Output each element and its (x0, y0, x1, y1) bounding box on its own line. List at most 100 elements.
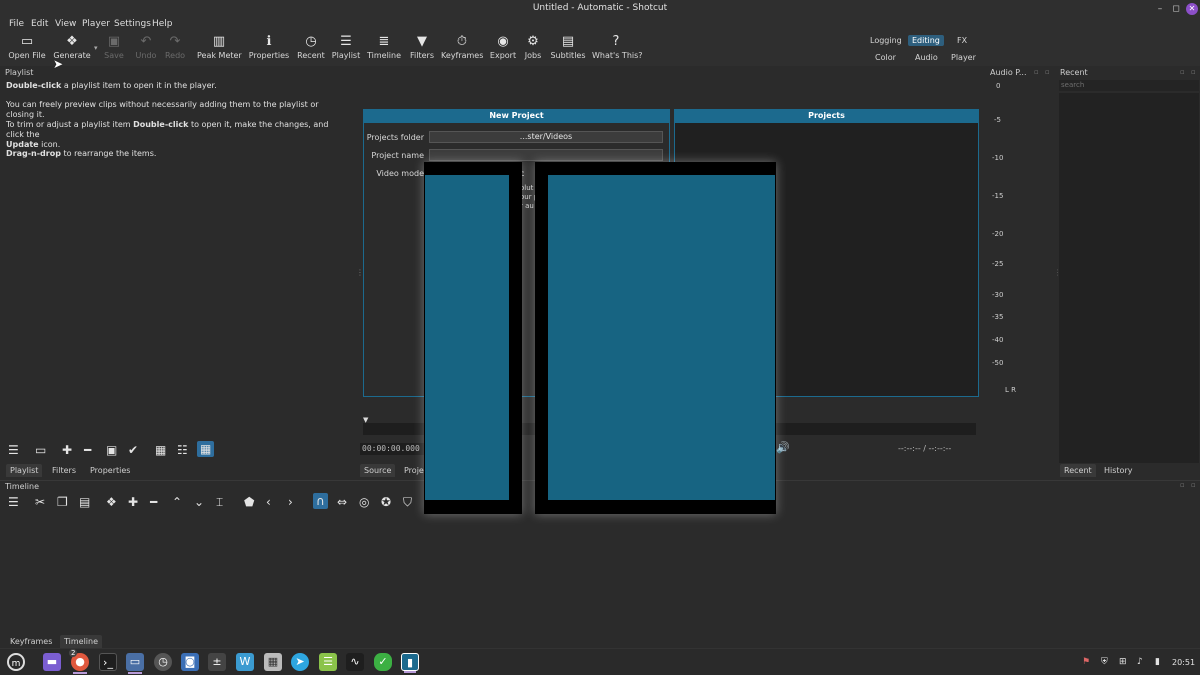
menu-settings[interactable]: Settings (114, 19, 151, 29)
audio-float-icon[interactable]: ▫ (1034, 68, 1039, 76)
layout-editing[interactable]: Editing (908, 35, 944, 46)
timeline-close-icon[interactable]: ▫ (1191, 481, 1196, 489)
tab-playlist[interactable]: Playlist (6, 464, 43, 477)
ripple-all-icon[interactable]: ✪ (381, 495, 391, 509)
grid-app-icon[interactable]: ▦ (264, 653, 282, 671)
whats-this-button[interactable]: ? What's This? (592, 34, 643, 60)
layout-audio[interactable]: Audio (911, 52, 942, 63)
camera-icon[interactable]: ◙ (181, 653, 199, 671)
recent-float-icon[interactable]: ▫ (1180, 68, 1185, 76)
list-app-icon[interactable]: ☰ (319, 653, 337, 671)
volume-icon[interactable]: 🔊 (776, 441, 790, 454)
recent-button[interactable]: ◷ Recent (296, 34, 326, 60)
audio-close-icon[interactable]: ▫ (1045, 68, 1050, 76)
timecode-field[interactable]: 00:00:00.000 (360, 443, 426, 455)
telegram-icon[interactable]: ➤ (291, 653, 309, 671)
paste-icon[interactable]: ▤ (79, 495, 90, 509)
marker-icon[interactable]: ⬟ (244, 495, 254, 509)
layout-color[interactable]: Color (871, 52, 900, 63)
window-preview-1[interactable] (424, 162, 522, 514)
playlist-list-view-icon[interactable]: ☷ (177, 443, 188, 457)
timeline-add-icon[interactable]: ✚ (128, 495, 138, 509)
menu-file[interactable]: File (9, 19, 24, 29)
layout-fx[interactable]: FX (953, 35, 971, 46)
undo-button[interactable]: ↶ Undo (134, 34, 158, 60)
maximize-icon[interactable]: ◻ (1170, 3, 1182, 15)
playlist-menu-icon[interactable]: ☰ (8, 443, 19, 457)
recent-search-input[interactable]: search (1059, 80, 1199, 91)
tray-clock[interactable]: 20:51 (1172, 658, 1195, 667)
calculator-icon[interactable]: ± (208, 653, 226, 671)
jobs-button[interactable]: ⚙ Jobs (521, 34, 545, 60)
tab-history[interactable]: History (1100, 464, 1136, 477)
tab-timeline[interactable]: Timeline (60, 635, 103, 648)
timeline-float-icon[interactable]: ▫ (1180, 481, 1185, 489)
layout-player[interactable]: Player (947, 52, 980, 63)
close-icon[interactable]: ✕ (1186, 3, 1198, 15)
left-splitter-handle[interactable]: ⋮ (356, 268, 364, 277)
playlist-open-icon[interactable]: ▭ (35, 443, 46, 457)
timeline-menu-icon[interactable]: ☰ (8, 495, 19, 509)
layout-logging[interactable]: Logging (866, 35, 906, 46)
open-file-button[interactable]: ▭ Open File (8, 34, 46, 60)
lift-icon[interactable]: ⌃ (172, 495, 182, 509)
next-marker-icon[interactable]: › (288, 495, 293, 509)
files-icon[interactable]: ▬ (43, 653, 61, 671)
tab-recent[interactable]: Recent (1060, 464, 1096, 477)
waveform-app-icon[interactable]: W (236, 653, 254, 671)
playlist-update-icon[interactable]: ▣ (106, 443, 117, 457)
playlist-grid-view-icon[interactable]: ▦ (197, 441, 215, 457)
ripple-icon[interactable]: ◎ (359, 495, 369, 509)
keyframes-button[interactable]: ⏱ Keyframes (441, 34, 483, 60)
timeshift-icon[interactable]: ◷ (154, 653, 172, 671)
recent-list[interactable] (1059, 93, 1199, 463)
minimize-icon[interactable]: – (1154, 3, 1166, 15)
shotcut-taskbar-icon[interactable]: ▮ (401, 653, 419, 673)
menu-launcher-icon[interactable]: m (7, 653, 25, 671)
cut-icon[interactable]: ✂ (35, 495, 45, 509)
tab-properties[interactable]: Properties (86, 464, 134, 477)
tab-keyframes[interactable]: Keyframes (6, 635, 56, 648)
playlist-details-view-icon[interactable]: ▦ (155, 443, 166, 457)
system-monitor-icon[interactable]: ∿ (346, 653, 364, 671)
scrub-drag-icon[interactable]: ⇔ (337, 495, 347, 509)
playlist-button[interactable]: ☰ Playlist (331, 34, 361, 60)
export-button[interactable]: ◉ Export (488, 34, 518, 60)
timeline-button[interactable]: ≣ Timeline (367, 34, 401, 60)
menu-player[interactable]: Player (82, 19, 110, 29)
timeline-remove-icon[interactable]: ━ (150, 495, 157, 509)
tray-volume-icon[interactable]: ♪ (1137, 657, 1143, 667)
shield-icon[interactable]: ✓ (374, 653, 392, 671)
redo-button[interactable]: ↷ Redo (163, 34, 187, 60)
copy-icon[interactable]: ❐ (57, 495, 68, 509)
tray-flag-icon[interactable]: ⚑ (1082, 657, 1090, 667)
append-icon[interactable]: ❖ (106, 495, 117, 509)
project-name-field[interactable] (429, 149, 663, 161)
menu-view[interactable]: View (55, 19, 76, 29)
recent-close-icon[interactable]: ▫ (1191, 68, 1196, 76)
window-preview-2[interactable] (535, 162, 776, 514)
filters-button[interactable]: ▼ Filters (408, 34, 436, 60)
snap-icon[interactable]: ∩ (313, 493, 328, 509)
tab-source[interactable]: Source (360, 464, 396, 477)
playlist-add-icon[interactable]: ✚ (62, 443, 72, 457)
display-icon[interactable]: ▭ (126, 653, 144, 674)
subtitles-button[interactable]: ▤ Subtitles (550, 34, 586, 60)
tab-filters[interactable]: Filters (48, 464, 80, 477)
menu-edit[interactable]: Edit (31, 19, 48, 29)
tray-battery-icon[interactable]: ▮ (1155, 657, 1160, 667)
previous-marker-icon[interactable]: ‹ (266, 495, 271, 509)
projects-folder-field[interactable]: ...ster/Videos (429, 131, 663, 143)
menu-help[interactable]: Help (152, 19, 173, 29)
peak-meter-button[interactable]: ▥ Peak Meter (197, 34, 242, 60)
ripple-markers-icon[interactable]: ⛉ (403, 495, 412, 509)
playlist-remove-icon[interactable]: ━ (84, 443, 91, 457)
generate-dropdown-icon[interactable]: ▾ (94, 44, 98, 52)
terminal-icon[interactable]: ›_ (99, 653, 117, 671)
playlist-check-icon[interactable]: ✔ (128, 443, 138, 457)
overwrite-icon[interactable]: ⌄ (194, 495, 204, 509)
tray-shield-icon[interactable]: ⛨ (1101, 657, 1108, 667)
properties-button[interactable]: ℹ Properties (248, 34, 290, 60)
tray-network-icon[interactable]: ⊞ (1119, 657, 1127, 667)
split-icon[interactable]: ⌶ (216, 495, 223, 509)
